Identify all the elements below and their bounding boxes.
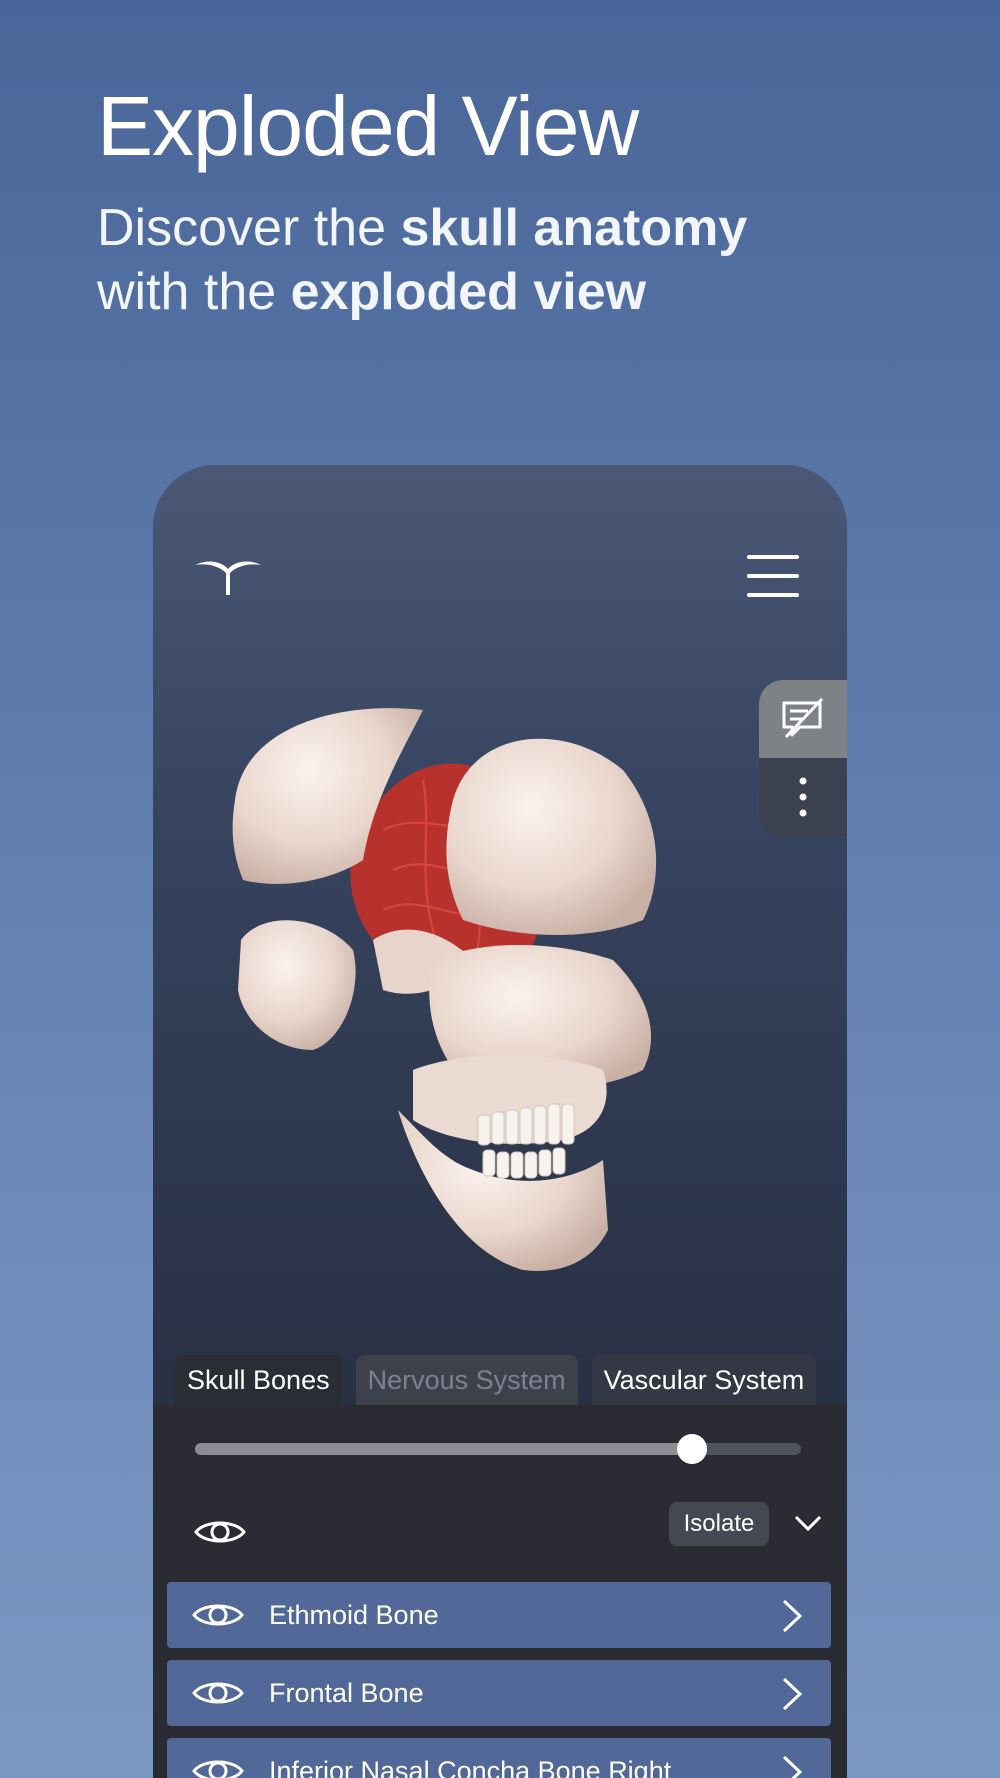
page-title: Exploded View xyxy=(97,79,639,173)
explode-slider[interactable] xyxy=(195,1434,801,1464)
chevron-down-icon[interactable] xyxy=(793,1511,823,1535)
subtitle-line1-text: Discover the xyxy=(97,199,401,257)
chevron-right-icon[interactable] xyxy=(781,1599,803,1633)
subtitle-line1-bold: skull anatomy xyxy=(400,199,748,257)
eye-icon[interactable] xyxy=(193,1515,247,1549)
tab-nervous-system[interactable]: Nervous System xyxy=(355,1355,578,1405)
eye-icon[interactable] xyxy=(191,1676,245,1710)
skull-3d-model[interactable] xyxy=(223,690,783,1310)
tab-vascular-system[interactable]: Vascular System xyxy=(591,1355,817,1405)
list-item-label: Inferior Nasal Concha Bone Right xyxy=(269,1756,672,1778)
list-item-label: Ethmoid Bone xyxy=(269,1600,439,1630)
occipital-bone xyxy=(238,920,356,1050)
menu-line xyxy=(747,574,799,578)
subtitle-line2-bold: exploded view xyxy=(290,263,647,321)
menu-line xyxy=(747,593,799,597)
list-item[interactable]: Ethmoid Bone xyxy=(167,1582,831,1648)
slider-fill xyxy=(195,1443,692,1455)
isolate-button[interactable]: Isolate xyxy=(669,1502,769,1546)
teeth xyxy=(477,1103,575,1179)
structure-panel: Isolate Ethmoid Bone Frontal Bone Inferi… xyxy=(153,1405,847,1778)
chevron-right-icon[interactable] xyxy=(781,1755,803,1778)
phone-screen: Skull Bones Nervous System Vascular Syst… xyxy=(153,465,847,1778)
annotation-off-icon xyxy=(782,697,824,739)
system-tabs: Skull Bones Nervous System Vascular Syst… xyxy=(175,1355,817,1405)
page-subtitle: Discover the skull anatomy with the expl… xyxy=(97,196,917,324)
app-logo-icon xyxy=(195,561,261,595)
menu-line xyxy=(747,555,799,559)
eye-icon[interactable] xyxy=(191,1754,245,1778)
eye-icon[interactable] xyxy=(191,1598,245,1632)
hamburger-menu-icon[interactable] xyxy=(747,555,799,599)
list-item-label: Frontal Bone xyxy=(269,1678,424,1708)
chevron-right-icon[interactable] xyxy=(781,1677,803,1711)
frontal-bone xyxy=(446,738,657,935)
more-vertical-icon xyxy=(799,777,807,817)
subtitle-line2-text: with the xyxy=(97,263,291,321)
bone-list: Ethmoid Bone Frontal Bone Inferior Nasal… xyxy=(167,1582,831,1778)
list-item[interactable]: Inferior Nasal Concha Bone Right xyxy=(167,1738,831,1778)
slider-thumb[interactable] xyxy=(676,1434,707,1464)
tab-skull-bones[interactable]: Skull Bones xyxy=(175,1355,342,1405)
list-item[interactable]: Frontal Bone xyxy=(167,1660,831,1726)
